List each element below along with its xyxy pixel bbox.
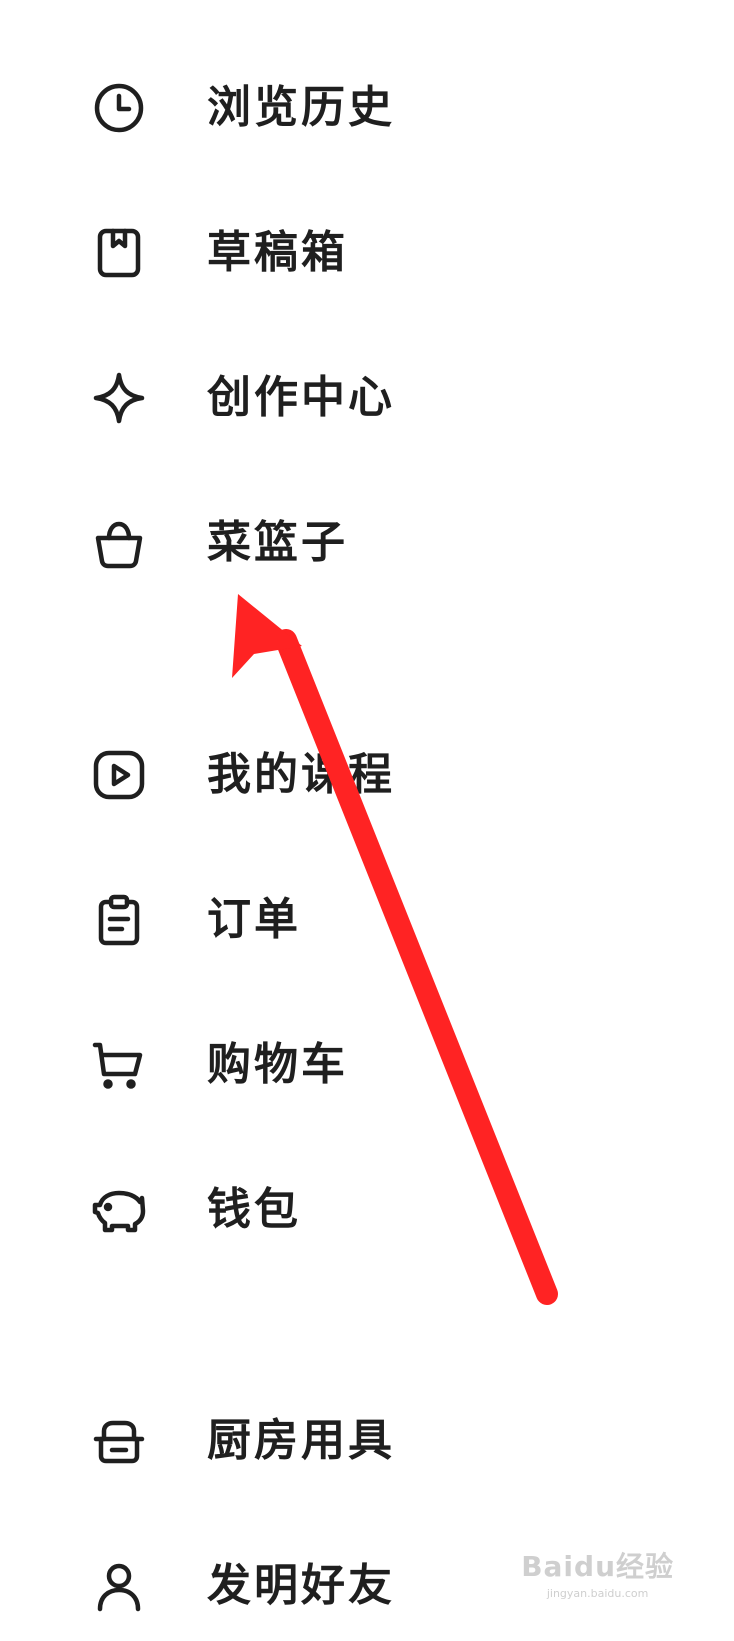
menu-item-wallet[interactable]: 钱包 [0, 1155, 734, 1265]
menu-item-label: 钱包 [207, 1184, 301, 1235]
user-icon [92, 1559, 146, 1613]
clock-icon [92, 81, 146, 135]
menu-item-label: 创作中心 [207, 372, 395, 423]
sparkle-icon [92, 371, 146, 425]
piggy-bank-icon [92, 1183, 146, 1237]
menu-item-label: 订单 [207, 894, 301, 945]
menu-item-label: 购物车 [207, 1039, 348, 1090]
menu-item-shopping-cart[interactable]: 购物车 [0, 1010, 734, 1120]
menu-item-label: 我的课程 [207, 749, 395, 800]
menu-item-drafts[interactable]: 草稿箱 [0, 198, 734, 308]
watermark-main: Baidu经验 [521, 1550, 674, 1583]
draft-bookmark-icon [92, 226, 146, 280]
menu-item-label: 厨房用具 [207, 1415, 395, 1466]
menu-item-creator-center[interactable]: 创作中心 [0, 343, 734, 453]
menu-item-label: 浏览历史 [207, 82, 395, 133]
basket-icon [92, 516, 146, 570]
menu-item-label: 草稿箱 [207, 227, 348, 278]
cookware-icon [92, 1414, 146, 1468]
menu-item-kitchenware[interactable]: 厨房用具 [0, 1386, 734, 1496]
menu-item-label: 发明好友 [207, 1560, 395, 1611]
side-menu: 浏览历史 草稿箱 创作中心 菜篮子 我的课程 订单 购物车 钱包 厨房用具 发明… [0, 0, 734, 1624]
menu-item-orders[interactable]: 订单 [0, 865, 734, 975]
clipboard-icon [92, 893, 146, 947]
menu-item-my-courses[interactable]: 我的课程 [0, 720, 734, 830]
cart-icon [92, 1038, 146, 1092]
menu-item-browsing-history[interactable]: 浏览历史 [0, 53, 734, 163]
watermark-sub: jingyan.baidu.com [546, 1587, 649, 1600]
play-icon [92, 748, 146, 802]
menu-item-basket[interactable]: 菜篮子 [0, 488, 734, 598]
menu-item-label: 菜篮子 [207, 517, 348, 568]
baidu-jingyan-watermark: Baidu经验 jingyan.baidu.com [521, 1545, 674, 1600]
